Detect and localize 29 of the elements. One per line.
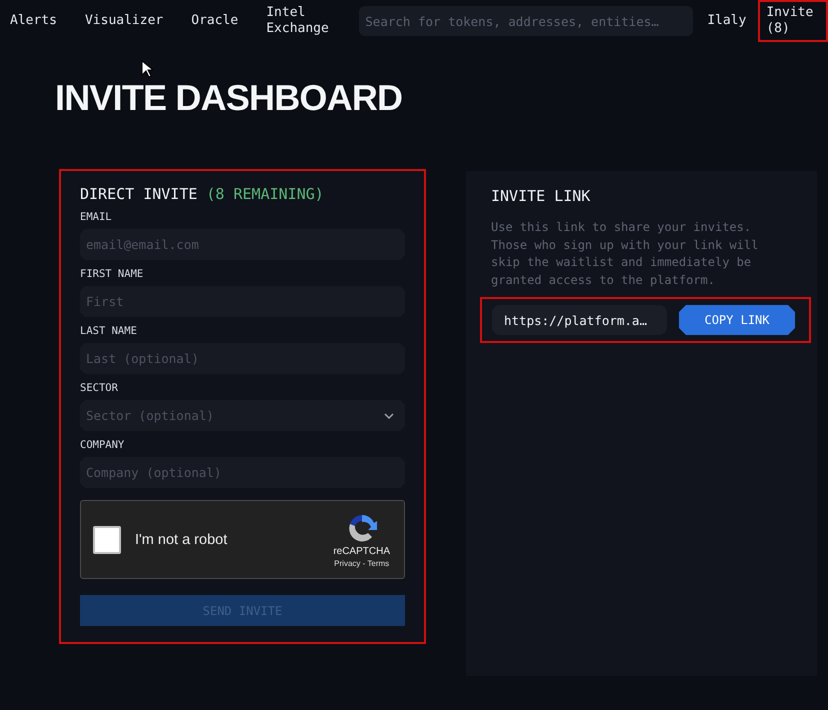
nav-link[interactable]: Oracle: [191, 13, 238, 29]
search-field[interactable]: Search for tokens, addresses, entities…: [359, 6, 694, 36]
nav-link[interactable]: Intel Exchange: [266, 5, 334, 37]
field-label: SECTOR: [80, 382, 119, 394]
input-field[interactable]: Company (optional): [80, 457, 405, 488]
cursor-icon: [141, 60, 153, 78]
input-field[interactable]: email@email.com: [80, 229, 405, 260]
captcha-label: I'm not a robot: [135, 532, 228, 548]
nav-link[interactable]: Alerts: [10, 13, 57, 29]
captcha-checkbox[interactable]: [93, 526, 121, 554]
privacy-terms-link[interactable]: Privacy - Terms: [334, 558, 390, 568]
input-field[interactable]: First: [80, 286, 405, 317]
captcha-brand: reCAPTCHA: [333, 546, 390, 556]
panel-title: INVITE LINK: [491, 187, 592, 205]
nav-link[interactable]: Visualizer: [84, 13, 164, 29]
invite-link[interactable]: Invite (8): [760, 2, 826, 40]
copy-link-button[interactable]: COPY LINK: [679, 305, 795, 335]
field-label: FIRST NAME: [80, 268, 144, 280]
field-label: LAST NAME: [80, 325, 138, 337]
user-link[interactable]: Ilaly: [707, 13, 746, 29]
field-label: EMAIL: [80, 211, 113, 223]
field-label: COMPANY: [80, 439, 126, 451]
description-text: Use this link to share your invites. Those who sign up with your link will skip the waitlist and immediately be granted access to the platform.: [491, 219, 760, 289]
url-field[interactable]: https://platform.a…: [492, 305, 667, 335]
remaining-count: (8 REMAINING): [206, 185, 324, 203]
input-field[interactable]: Last (optional): [80, 343, 405, 374]
page-title: INVITE DASHBOARD: [55, 80, 402, 116]
chevron-down-icon: [384, 412, 394, 418]
panel-title: DIRECT INVITE: [80, 185, 198, 203]
